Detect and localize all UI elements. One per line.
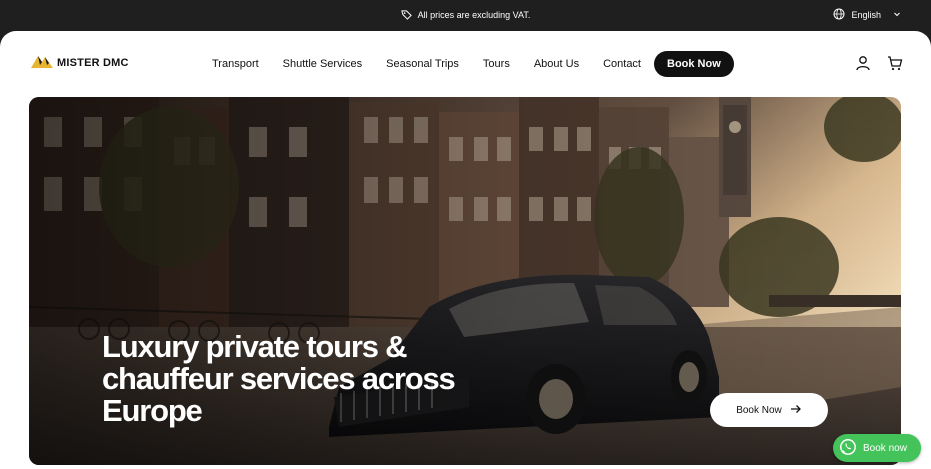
chevron-down-icon — [893, 10, 901, 20]
page-panel: MISTER DMC Transport Shuttle Services Se… — [0, 31, 931, 469]
hero-title-line-1: Luxury private tours & — [102, 329, 408, 364]
header-icons — [855, 55, 903, 76]
nav-item-shuttle-services[interactable]: Shuttle Services — [283, 58, 362, 70]
nav-item-seasonal-trips[interactable]: Seasonal Trips — [386, 58, 459, 70]
arrow-right-icon — [790, 404, 802, 417]
hero-title-line-3: Europe — [102, 393, 203, 428]
nav-item-transport[interactable]: Transport — [212, 58, 259, 70]
main-nav: Transport Shuttle Services Seasonal Trip… — [212, 51, 734, 77]
language-label: English — [851, 10, 881, 20]
logo-mark-icon — [30, 53, 54, 74]
globe-icon — [833, 8, 845, 22]
hero-book-now-label: Book Now — [736, 404, 782, 416]
tag-icon — [400, 9, 412, 22]
vat-notice: All prices are excluding VAT. — [0, 0, 931, 30]
announcement-bar: All prices are excluding VAT. English — [0, 0, 931, 30]
hero-title-line-2: chauffeur services across — [102, 361, 456, 396]
book-now-button[interactable]: Book Now — [654, 51, 734, 77]
brand-logo[interactable]: MISTER DMC — [30, 53, 129, 73]
nav-item-tours[interactable]: Tours — [483, 58, 510, 70]
nav-item-contact[interactable]: Contact — [603, 58, 641, 70]
language-selector[interactable]: English — [833, 0, 901, 30]
hero-banner: Luxury private tours & chauffeur service… — [29, 97, 901, 465]
hero-title: Luxury private tours & chauffeur service… — [102, 331, 522, 427]
user-icon[interactable] — [855, 55, 871, 76]
whatsapp-icon — [839, 438, 857, 459]
hero-book-now-button[interactable]: Book Now — [710, 393, 828, 427]
site-header: MISTER DMC Transport Shuttle Services Se… — [0, 31, 931, 97]
vat-notice-text: All prices are excluding VAT. — [417, 10, 531, 20]
whatsapp-book-label: Book now — [863, 442, 907, 454]
brand-name: MISTER DMC — [57, 57, 129, 69]
cart-icon[interactable] — [887, 55, 903, 76]
whatsapp-book-button[interactable]: Book now — [833, 434, 921, 462]
nav-item-about-us[interactable]: About Us — [534, 58, 579, 70]
